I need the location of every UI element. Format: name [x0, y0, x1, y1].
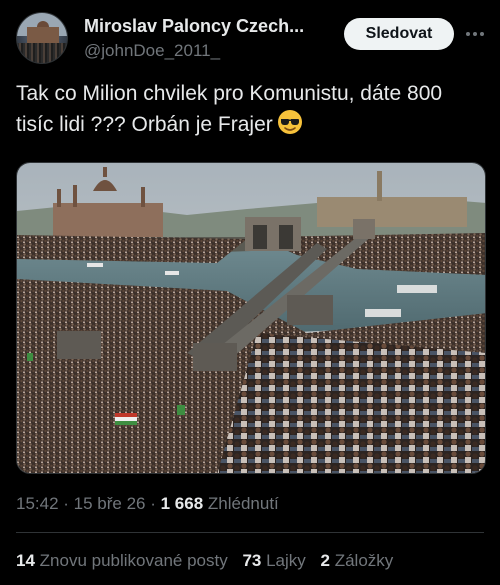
likes-label: Lajky [261, 551, 306, 570]
bookmarks-count: 2 [320, 551, 330, 570]
bookmarks-stat[interactable]: 2 Záložky [321, 551, 394, 570]
tweet-header: Miroslav Paloncy Czech... @johnDoe_2011_… [16, 12, 484, 68]
meta-separator: · [58, 494, 74, 513]
follow-button[interactable]: Sledovat [344, 18, 454, 50]
tweet-date[interactable]: 15 bře 26 [74, 494, 146, 513]
more-horizontal-icon[interactable] [463, 22, 487, 46]
sunglasses-face-icon [277, 109, 303, 144]
views-label[interactable]: Zhlédnutí [203, 494, 279, 513]
tweet-image[interactable] [16, 162, 486, 474]
author-handle[interactable]: @johnDoe_2011_ [84, 41, 220, 61]
tweet-time[interactable]: 15:42 [16, 494, 59, 513]
tweet-text-content: Tak co Milion chvilek pro Komunistu, dát… [16, 82, 443, 136]
bookmarks-label: Záložky [330, 551, 394, 570]
divider [16, 532, 484, 533]
tweet-text: Tak co Milion chvilek pro Komunistu, dát… [16, 78, 484, 144]
avatar[interactable] [16, 12, 68, 64]
budapest-crowd-photo [17, 163, 485, 473]
reposts-label: Znovu publikované posty [34, 551, 228, 570]
author-name[interactable]: Miroslav Paloncy Czech... [84, 16, 304, 37]
tweet-meta: 15:42 · 15 bře 26 · 1 668 Zhlédnutí [16, 494, 279, 514]
reposts-stat[interactable]: 14 Znovu publikované posty [16, 551, 228, 570]
tweet-stats: 14 Znovu publikované posty 73 Lajky 2 Zá… [16, 551, 403, 571]
reposts-count: 14 [16, 551, 35, 570]
likes-count: 73 [242, 551, 262, 570]
views-count[interactable]: 1 668 [161, 494, 204, 513]
likes-stat[interactable]: 73 Lajky [242, 551, 305, 570]
meta-separator: · [145, 494, 161, 513]
